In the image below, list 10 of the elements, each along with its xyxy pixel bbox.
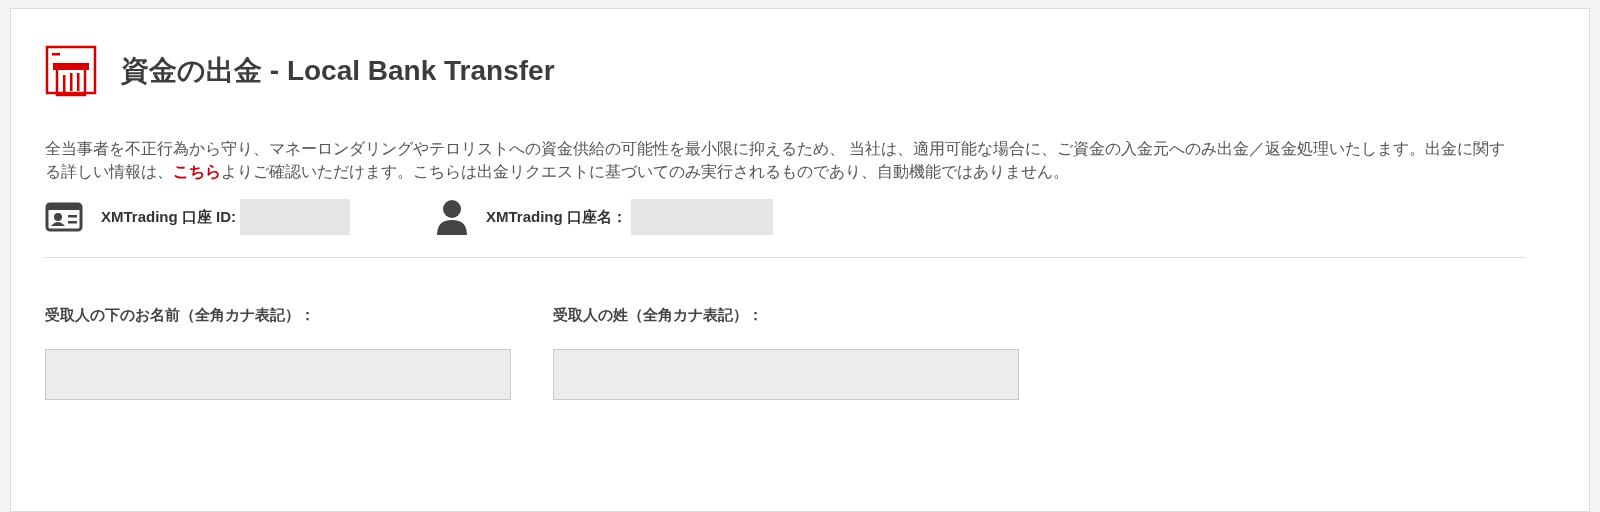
- account-label: XMTrading 口座 ID:: [101, 207, 236, 227]
- notice-text: 全当事者を不正行為から守り、マネーロンダリングやテロリストへの資金供給の可能性を最小限に抑えるため、 当社は、適用可能な場合に、ご資金の入金元へのみ出金／返金処理いたします。出金に関する詳しい情報は、こちら よりご確認いただけます。こちらは出金リクエストに基づいてのみ実行されるものであり、自動機能ではありません。: [45, 139, 1507, 182]
- account-label: XMTrading 口座名：: [486, 207, 627, 227]
- person-icon: [436, 199, 468, 235]
- field-label: 受取人の姓（全角カナ表記）：: [553, 306, 764, 325]
- details-link[interactable]: こちら: [173, 163, 221, 180]
- page-title: 資金の出金 - Local Bank Transfer: [121, 54, 555, 88]
- id-card-icon: [45, 202, 83, 232]
- field-label: 受取人の下のお名前（全角カナ表記）：: [45, 306, 316, 325]
- atm-icon: [45, 45, 97, 97]
